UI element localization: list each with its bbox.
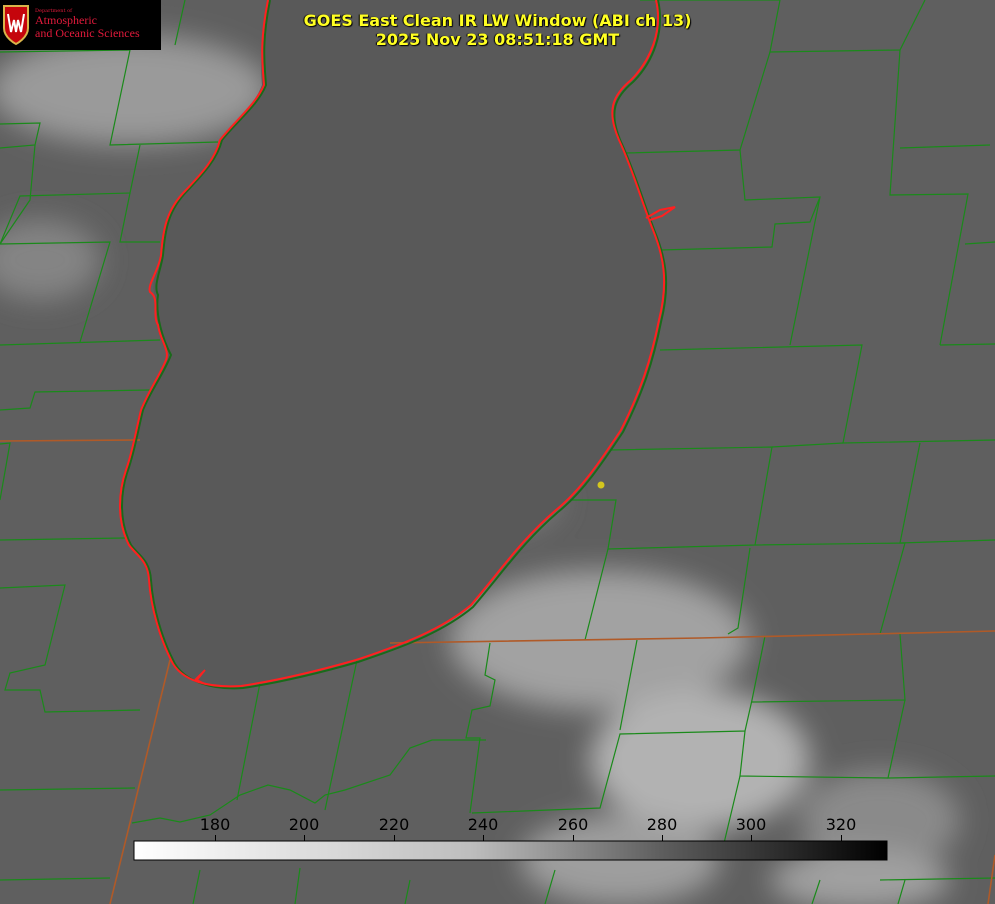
aos-logo[interactable]: Department of Atmospheric and Oceanic Sc… — [0, 0, 161, 50]
colorbar-tick-label: 300 — [735, 815, 767, 834]
station-marker — [597, 481, 605, 489]
colorbar-tick-label: 220 — [378, 815, 410, 834]
colorbar-tick-mark — [394, 835, 395, 841]
colorbar-tick-label: 320 — [825, 815, 857, 834]
colorbar-tick-mark — [662, 835, 663, 841]
colorbar-tick-mark — [751, 835, 752, 841]
colorbar-tick-label: 240 — [467, 815, 499, 834]
logo-line2: and Oceanic Sciences — [35, 26, 140, 40]
colorbar-tick-label: 280 — [646, 815, 678, 834]
colorbar-gradient — [133, 840, 888, 861]
colorbar-tick-mark — [483, 835, 484, 841]
colorbar-tick-mark — [573, 835, 574, 841]
colorbar-tick-mark — [841, 835, 842, 841]
colorbar-tick-label: 260 — [557, 815, 589, 834]
colorbar-tick-label: 180 — [199, 815, 231, 834]
satellite-map-view: { "title": { "line1": "GOES East Clean I… — [0, 0, 995, 904]
uw-crest-icon — [3, 5, 29, 46]
colorbar-tick-label: 200 — [288, 815, 320, 834]
colorbar-tick-mark — [215, 835, 216, 841]
ir-satellite-map[interactable] — [0, 0, 995, 904]
colorbar-tick-mark — [304, 835, 305, 841]
